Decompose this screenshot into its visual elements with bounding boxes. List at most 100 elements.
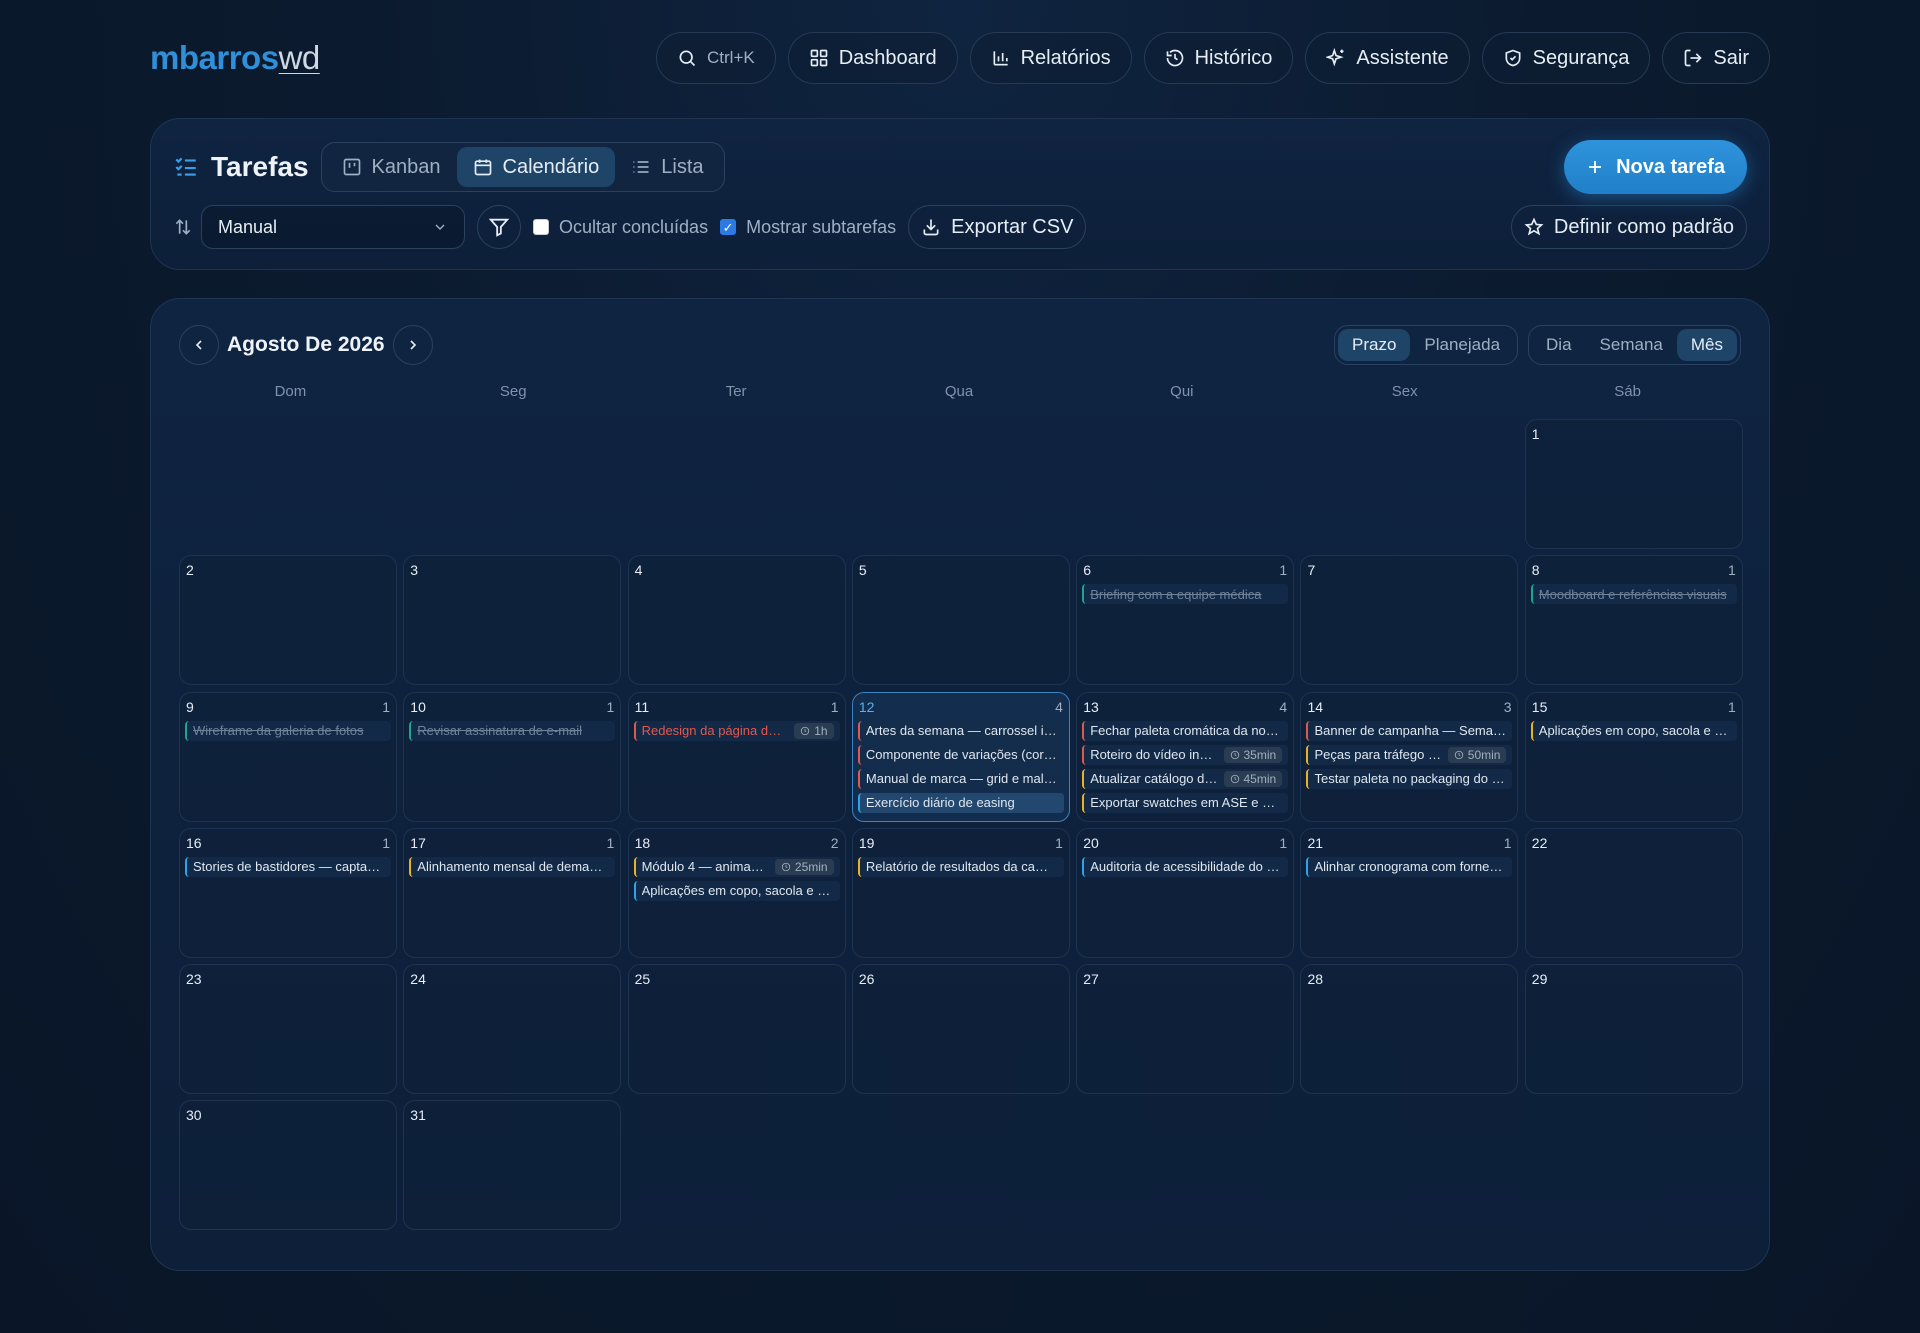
task-chip[interactable]: Moodboard e referências visuais	[1530, 584, 1737, 605]
task-count: 1	[1279, 562, 1288, 579]
prev-month-button[interactable]	[179, 325, 219, 365]
date-mode-planejada[interactable]: Planejada	[1410, 329, 1514, 361]
day-cell[interactable]: 111Redesign da página de contato1h	[627, 691, 846, 822]
view-calendario[interactable]: Calendário	[456, 147, 616, 187]
weekday-label: Sáb	[1614, 383, 1641, 400]
logo-main: mbarros	[150, 39, 279, 76]
task-chip[interactable]: Stories de bastidores — captação de cont…	[185, 856, 391, 877]
day-number: 14	[1307, 698, 1324, 715]
hide-done-toggle[interactable]: Ocultar concluídas	[533, 217, 708, 238]
nav-relatorios[interactable]: Relatórios	[969, 32, 1132, 84]
day-cell[interactable]: 25	[627, 964, 846, 1095]
day-cell[interactable]: 17 1 Alinhamento mensal de demandas	[403, 827, 622, 958]
show-subtasks-toggle[interactable]: Mostrar subtarefas	[720, 217, 896, 238]
nav-dashboard[interactable]: Dashboard	[787, 32, 958, 84]
day-cell[interactable]: 23	[179, 964, 397, 1095]
day-cell[interactable]: 31	[403, 1100, 622, 1231]
day-number: 15	[1531, 698, 1548, 715]
view-lista[interactable]: Lista	[615, 147, 719, 187]
task-chip[interactable]: Exercício diário de easing	[857, 792, 1064, 813]
day-cell[interactable]: 9 1 Wireframe da galeria de fotos	[179, 691, 397, 822]
range-mes[interactable]: Mês	[1676, 329, 1737, 361]
task-title: Revisar assinatura de e-mail	[417, 723, 583, 739]
day-cell[interactable]: 26	[851, 964, 1070, 1095]
date-mode-prazo[interactable]: Prazo	[1337, 329, 1411, 361]
day-cell[interactable]: 5	[851, 555, 1070, 686]
nav-seguranca[interactable]: Segurança	[1481, 32, 1651, 84]
filter-button[interactable]	[477, 205, 521, 249]
day-cell[interactable]: 18 2 Módulo 4 — animações 25min Aplicações e…	[627, 827, 846, 958]
nav-historico[interactable]: Histórico	[1143, 32, 1294, 84]
task-chip[interactable]: Módulo 4 — animações 25min	[633, 856, 840, 877]
task-chip[interactable]: Fechar paleta cromática da nova coleção	[1082, 720, 1289, 741]
task-chip[interactable]: Briefing com a equipe médica	[1082, 584, 1289, 605]
nav-sair[interactable]: Sair	[1662, 32, 1770, 84]
day-number: 23	[186, 971, 202, 988]
range-semana[interactable]: Semana	[1586, 329, 1677, 361]
export-csv-button[interactable]: Exportar CSV	[908, 205, 1087, 249]
task-chip[interactable]: Aplicações em copo, sacola e fachada	[633, 880, 840, 901]
task-chip[interactable]: Relatório de resultados da campanha	[857, 856, 1064, 877]
task-count: 1	[1055, 834, 1063, 851]
set-default-button[interactable]: Definir como padrão	[1510, 205, 1747, 249]
task-chip[interactable]: Banner de campanha — Semana do Cliente	[1306, 720, 1513, 741]
plus-icon	[1589, 161, 1602, 173]
hide-done-checkbox[interactable]	[533, 219, 549, 235]
day-cell[interactable]: 6 1 Briefing com a equipe médica	[1076, 555, 1295, 686]
task-chip[interactable]: Roteiro do vídeo institucional 35min	[1082, 744, 1289, 765]
next-month-button[interactable]	[392, 325, 433, 365]
task-title: Exercício diário de easing	[865, 795, 1015, 811]
task-title: Stories de bastidores — captação de cont…	[193, 859, 385, 875]
task-chip[interactable]: Alinhamento mensal de demandas	[409, 856, 616, 877]
day-cell[interactable]: 2	[179, 555, 397, 686]
day-cell[interactable]: 16 1 Stories de bastidores — captação de c…	[179, 827, 397, 958]
day-cell[interactable]: 30	[179, 1100, 397, 1231]
range-dia[interactable]: Dia	[1532, 329, 1586, 361]
day-cell[interactable]: 14 3 Banner de campanha — Semana do Client…	[1300, 691, 1519, 822]
task-chip[interactable]: Redesign da página de contato 1h	[633, 720, 840, 741]
day-cell[interactable]: 4	[627, 555, 846, 686]
search-button[interactable]: Ctrl+K	[656, 32, 776, 84]
day-cell[interactable]: 7	[1300, 555, 1519, 686]
logo[interactable]: mbarroswd	[150, 39, 320, 77]
day-cell[interactable]: 1	[1524, 419, 1743, 549]
day-cell[interactable]: 20 1 Auditoria de acessibilidade do checko…	[1076, 827, 1295, 958]
day-cell[interactable]: 29	[1524, 964, 1743, 1095]
day-cell[interactable]: 27	[1076, 964, 1295, 1095]
day-cell[interactable]: 19 1 Relatório de resultados da campanha	[851, 827, 1070, 958]
day-number: 12	[858, 698, 875, 715]
task-chip[interactable]: Alinhar cronograma com fornecedores	[1306, 856, 1513, 877]
task-chip[interactable]: Exportar swatches em ASE e HEX	[1082, 792, 1289, 813]
day-number: 25	[634, 971, 651, 988]
task-chip[interactable]: Aplicações em copo, sacola e fachada	[1530, 720, 1737, 741]
nav-label: Sair	[1713, 46, 1749, 69]
new-task-button[interactable]: Nova tarefa	[1564, 140, 1747, 194]
day-cell[interactable]: 15 1 Aplicações em copo, sacola e fachada	[1524, 691, 1743, 822]
day-cell[interactable]: 3	[403, 555, 622, 686]
day-cell[interactable]: 24	[403, 964, 622, 1095]
day-cell[interactable]: 22	[1524, 827, 1743, 958]
nav-assistente[interactable]: Assistente	[1305, 32, 1470, 84]
task-chip[interactable]: Peças para tráfego pago 50min	[1306, 744, 1513, 765]
task-chip[interactable]: Manual de marca — grid e malha construti…	[857, 768, 1064, 789]
task-chip[interactable]: Revisar assinatura de e-mail	[409, 720, 616, 741]
task-list: Briefing com a equipe médica	[1082, 584, 1289, 605]
day-cell[interactable]: 13 4 Fechar paleta cromática da nova coleç…	[1076, 691, 1295, 822]
show-subtasks-checkbox[interactable]	[720, 219, 737, 235]
task-title: Briefing com a equipe médica	[1090, 586, 1262, 602]
task-title: Moodboard e referências visuais	[1538, 586, 1727, 602]
day-cell[interactable]: 10 1 Revisar assinatura de e-mail	[403, 691, 622, 822]
task-title: Wireframe da galeria de fotos	[193, 723, 364, 739]
task-chip[interactable]: Componente de variações (cores e tamanho…	[857, 744, 1064, 765]
view-kanban[interactable]: Kanban	[326, 147, 457, 187]
day-cell[interactable]: 12 4 Artes da semana — carrossel informati…	[851, 691, 1070, 822]
task-chip[interactable]: Wireframe da galeria de fotos	[185, 720, 391, 741]
day-cell[interactable]: 21 1 Alinhar cronograma com fornecedores	[1300, 827, 1519, 958]
sort-select[interactable]: Manual	[201, 205, 465, 249]
day-cell[interactable]: 8 1 Moodboard e referências visuais	[1524, 555, 1743, 686]
task-chip[interactable]: Atualizar catálogo de produtos 45min	[1082, 768, 1289, 789]
task-chip[interactable]: Auditoria de acessibilidade do checkout	[1082, 856, 1289, 877]
day-cell[interactable]: 28	[1300, 964, 1519, 1095]
task-chip[interactable]: Artes da semana — carrossel informativo	[857, 720, 1064, 741]
task-chip[interactable]: Testar paleta no packaging do produto	[1306, 768, 1513, 789]
